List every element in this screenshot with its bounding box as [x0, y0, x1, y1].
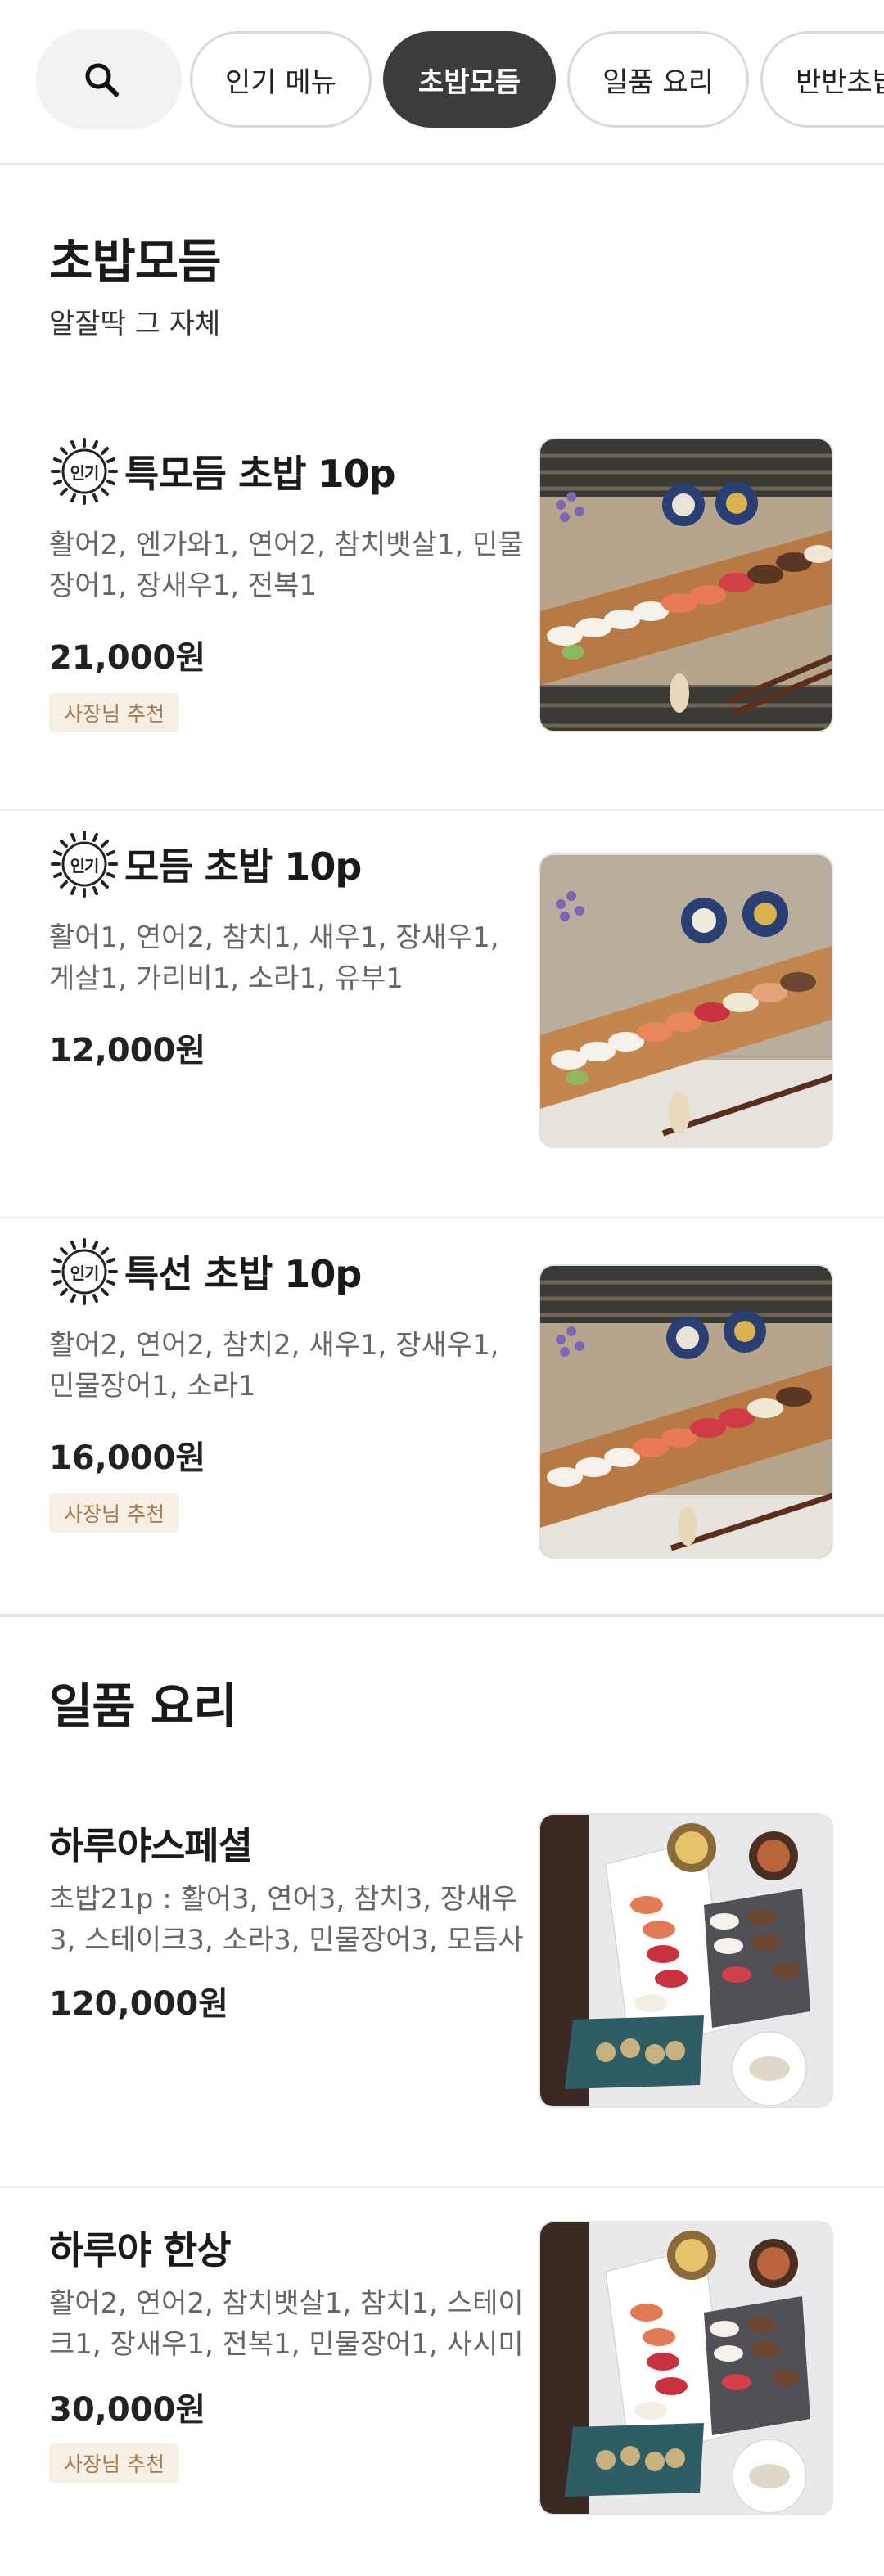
menu-item-name: 하루야스페셜 — [49, 1817, 253, 1871]
menu-item-image — [539, 853, 833, 1148]
menu-item-desc: 활어2, 엔가와1, 연어2, 참치뱃살1, 민물장어1, 장새우1, 전복1 — [49, 529, 524, 602]
popular-badge-label: 인기 — [70, 855, 100, 876]
recommend-tag: 사장님 추천 — [49, 1493, 179, 1533]
menu-item-title: 특선 초밥 10p — [124, 1252, 362, 1296]
menu-item-image — [539, 438, 833, 732]
menu-item-price: 120,000원 — [49, 1985, 228, 2023]
menu-item-name: 하루야 한상 — [49, 2221, 232, 2275]
category-nav: 인기 메뉴 초밥모듬 일품 요리 반반초밥 — [0, 0, 884, 165]
category-chip-special-dish[interactable]: 일품 요리 — [567, 31, 749, 128]
menu-item-image — [539, 2221, 833, 2515]
menu-item-name: 인기 특모듬 초밥 10p — [49, 436, 396, 507]
menu-item-name: 인기 모듬 초밥 10p — [49, 829, 362, 899]
popular-badge-icon: 인기 — [49, 829, 120, 899]
popular-badge-label: 인기 — [70, 1263, 100, 1283]
menu-item-price: 21,000원 — [49, 639, 206, 677]
menu-item-title: 하루야스페셜 — [49, 1824, 253, 1868]
item-divider — [0, 809, 884, 811]
menu-item-desc: 활어2, 연어2, 참치2, 새우1, 장새우1, 민물장어1, 소라1 — [49, 1329, 499, 1403]
menu-item-price: 30,000원 — [49, 2391, 206, 2429]
recommend-tag: 사장님 추천 — [49, 693, 179, 732]
item-divider — [0, 2186, 884, 2188]
menu-item-image — [539, 1813, 833, 2108]
menu-item[interactable]: 인기 특모듬 초밥 10p 활어2, 엔가와1, 연어2, 참치뱃살1, 민물장… — [0, 403, 884, 811]
recommend-tag: 사장님 추천 — [49, 2443, 179, 2483]
menu-item-image — [539, 1264, 833, 1559]
popular-badge-icon: 인기 — [49, 1236, 120, 1307]
menu-item-desc: 활어2, 연어2, 참치뱃살1, 참치1, 스테이크1, 장새우1, 전복1, … — [49, 2287, 524, 2361]
menu-item-price: 12,000원 — [49, 1032, 206, 1070]
menu-item-desc: 초밥21p : 활어3, 연어3, 참치3, 장새우3, 스테이크3, 소라3,… — [49, 1883, 524, 1957]
category-chip-half-sushi[interactable]: 반반초밥 — [760, 31, 884, 128]
category-chip-popular[interactable]: 인기 메뉴 — [190, 31, 372, 128]
section-special-dish: 일품 요리 하루야스페셜 초밥21p : 활어3, 연어3, 참치3, 장새우3… — [0, 1617, 884, 2576]
item-divider — [0, 1217, 884, 1218]
section-title: 일품 요리 — [49, 1678, 237, 1734]
section-title: 초밥모듬 — [49, 234, 221, 290]
menu-item-title: 특모듬 초밥 10p — [124, 452, 396, 496]
menu-item-title: 하루야 한상 — [49, 2228, 232, 2272]
search-icon — [85, 63, 119, 97]
menu-item-name: 인기 특선 초밥 10p — [49, 1236, 362, 1307]
menu-item[interactable]: 하루야 한상 활어2, 연어2, 참치뱃살1, 참치1, 스테이크1, 장새우1… — [0, 2190, 884, 2576]
popular-badge-label: 인기 — [70, 462, 100, 483]
menu-item-title: 모듬 초밥 10p — [124, 844, 362, 889]
category-chip-sushi-set[interactable]: 초밥모듬 — [382, 31, 557, 128]
menu-item-desc: 활어1, 연어2, 참치1, 새우1, 장새우1, 게살1, 가리비1, 소라1… — [49, 921, 499, 995]
section-subtitle: 알잘딱 그 자체 — [49, 308, 221, 340]
menu-item[interactable]: 인기 모듬 초밥 10p 활어1, 연어2, 참치1, 새우1, 장새우1, 게… — [0, 813, 884, 1218]
search-button[interactable] — [36, 29, 182, 129]
menu-item[interactable]: 인기 특선 초밥 10p 활어2, 연어2, 참치2, 새우1, 장새우1, 민… — [0, 1220, 884, 1621]
menu-item[interactable]: 하루야스페셜 초밥21p : 활어3, 연어3, 참치3, 장새우3, 스테이크… — [0, 1781, 884, 2188]
category-row: 인기 메뉴 초밥모듬 일품 요리 반반초밥 — [36, 29, 884, 129]
section-sushi-set: 초밥모듬 알잘딱 그 자체 인기 특모듬 초밥 10p 활어2, 엔가와1, 연… — [0, 166, 884, 1623]
popular-badge-icon: 인기 — [49, 436, 120, 507]
menu-item-price: 16,000원 — [49, 1439, 206, 1477]
